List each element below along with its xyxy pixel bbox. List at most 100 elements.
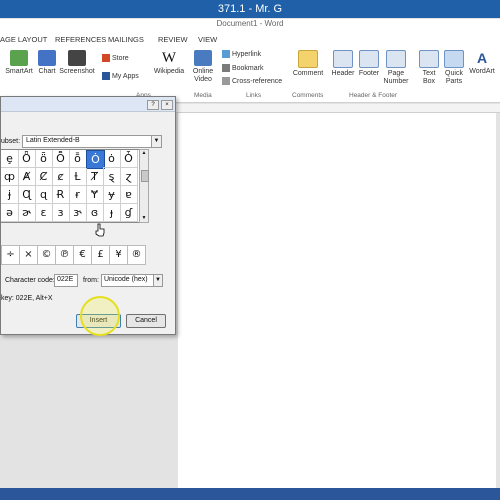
scroll-up-icon[interactable]: ▲	[140, 150, 148, 157]
footer-button[interactable]: Footer	[357, 50, 381, 78]
chart-button[interactable]: Chart	[36, 50, 58, 76]
dialog-title-bar: ? ×	[1, 97, 175, 112]
comment-icon	[298, 50, 318, 68]
symbol-grid: ȩ Ȫ ȫ Ȭ ȭ Ȯ ȯ Ȱ ȹ Ⱥ Ȼ ȼ Ƚ Ⱦ ȿ ɀ ɉ Ɋ ɋ Ɍ …	[1, 149, 140, 223]
symbol-cell[interactable]: ɍ	[69, 186, 87, 204]
from-select[interactable]: Unicode (hex) ▼	[101, 274, 163, 287]
symbol-cell[interactable]: ȯ	[103, 150, 121, 168]
subset-label: ubset:	[1, 138, 21, 145]
subset-value: Latin Extended-B	[26, 137, 80, 144]
document-title: Document1 - Word	[0, 19, 500, 32]
page-number-button[interactable]: Page Number	[382, 50, 410, 86]
symbol-cell[interactable]: ȭ	[69, 150, 87, 168]
recent-symbol[interactable]: ¥	[109, 245, 128, 265]
scroll-thumb[interactable]	[141, 170, 149, 182]
horizontal-ruler[interactable]	[175, 104, 500, 113]
symbol-cell[interactable]: Ɋ	[18, 186, 36, 204]
symbol-cell[interactable]: ɠ	[120, 204, 138, 222]
scroll-down-icon[interactable]: ▼	[140, 215, 148, 222]
group-label-header-footer: Header & Footer	[349, 92, 398, 99]
symbol-cell[interactable]: ɏ	[103, 186, 121, 204]
wikipedia-button[interactable]: W Wikipedia	[152, 50, 186, 76]
symbol-cell[interactable]: ɋ	[35, 186, 53, 204]
symbol-cell[interactable]: ɟ	[103, 204, 121, 222]
symbol-cell[interactable]: ȼ	[52, 168, 70, 186]
symbol-cell[interactable]: ȫ	[35, 150, 53, 168]
symbol-cell[interactable]: ɉ	[1, 186, 19, 204]
symbol-cell[interactable]: Ȼ	[35, 168, 53, 186]
symbol-cell[interactable]: ɝ	[69, 204, 87, 222]
recently-used-symbols: ÷ × © ℗ € £ ¥ ®	[1, 245, 146, 265]
ribbon: SmartArt Chart Screenshot Store My Apps …	[0, 46, 500, 103]
symbol-cell[interactable]: Ⱥ	[18, 168, 36, 186]
tab-review[interactable]: REVIEW	[158, 35, 188, 44]
subset-select[interactable]: Latin Extended-B ▼	[22, 135, 162, 148]
ribbon-tabs: AGE LAYOUT REFERENCES MAILINGS REVIEW VI…	[0, 32, 500, 46]
video-icon	[194, 50, 212, 66]
bookmark-icon	[222, 64, 230, 72]
header-button[interactable]: Header	[330, 50, 356, 78]
shortcut-key-text: key: 022E, Alt+X	[1, 295, 53, 302]
cancel-button[interactable]: Cancel	[126, 314, 166, 328]
symbol-cell[interactable]: ȩ	[1, 150, 19, 168]
tab-view[interactable]: VIEW	[198, 35, 217, 44]
recent-symbol[interactable]: ®	[127, 245, 146, 265]
symbol-cell[interactable]: ɀ	[120, 168, 138, 186]
recent-symbol[interactable]: ©	[37, 245, 56, 265]
symbol-cell[interactable]: ɞ	[86, 204, 104, 222]
comment-button[interactable]: Comment	[290, 50, 326, 78]
online-video-button[interactable]: Online Video	[190, 50, 216, 84]
symbol-cell[interactable]: Ȭ	[52, 150, 70, 168]
hyperlink-icon	[222, 50, 230, 58]
quick-parts-button[interactable]: Quick Parts	[442, 50, 466, 86]
symbol-cell[interactable]: ə	[1, 204, 19, 222]
my-apps-button[interactable]: My Apps	[102, 72, 150, 81]
wordart-button[interactable]: A WordArt	[466, 50, 498, 76]
apps-icon	[102, 72, 110, 80]
tab-page-layout[interactable]: AGE LAYOUT	[0, 35, 47, 44]
store-icon	[102, 54, 110, 62]
character-code-input[interactable]: 022E	[54, 274, 78, 287]
bookmark-button[interactable]: Bookmark	[222, 64, 286, 73]
recent-symbol[interactable]: ÷	[1, 245, 20, 265]
smartart-button[interactable]: SmartArt	[2, 50, 36, 76]
symbol-cell[interactable]: ɐ	[120, 186, 138, 204]
wordart-icon: A	[476, 50, 488, 66]
cross-reference-button[interactable]: Cross-reference	[222, 77, 288, 86]
tab-references[interactable]: REFERENCES	[55, 35, 106, 44]
help-button[interactable]: ?	[147, 100, 159, 110]
recent-symbol[interactable]: £	[91, 245, 110, 265]
screenshot-button[interactable]: Screenshot	[58, 50, 96, 76]
tab-mailings[interactable]: MAILINGS	[108, 35, 144, 44]
symbol-cell[interactable]: Ȱ	[120, 150, 138, 168]
symbol-cell[interactable]: Ɍ	[52, 186, 70, 204]
text-box-icon	[419, 50, 439, 68]
group-label-links: Links	[246, 92, 262, 99]
smartart-icon	[10, 50, 28, 66]
symbol-grid-scrollbar[interactable]: ▲ ▼	[139, 149, 149, 223]
symbol-cell[interactable]: Ƚ	[69, 168, 87, 186]
recent-symbol[interactable]: ℗	[55, 245, 74, 265]
cross-reference-icon	[222, 77, 230, 85]
symbol-cell[interactable]: Ɏ	[86, 186, 104, 204]
chevron-down-icon[interactable]: ▼	[151, 136, 161, 147]
symbol-cell[interactable]: ɛ	[35, 204, 53, 222]
chart-icon	[38, 50, 56, 66]
recent-symbol[interactable]: ×	[19, 245, 38, 265]
symbol-cell[interactable]: ȿ	[103, 168, 121, 186]
chevron-down-icon[interactable]: ▼	[153, 275, 162, 286]
symbol-cell[interactable]: ȹ	[1, 168, 19, 186]
symbol-cell[interactable]: ɚ	[18, 204, 36, 222]
symbol-cell[interactable]: ɜ	[52, 204, 70, 222]
close-button[interactable]: ×	[161, 100, 173, 110]
text-box-button[interactable]: Text Box	[418, 50, 440, 86]
cursor-highlight	[80, 296, 120, 336]
symbol-cell[interactable]: Ⱦ	[86, 168, 104, 186]
window-title: 371.1 - Mr. G	[217, 3, 283, 15]
document-page[interactable]	[178, 113, 496, 488]
symbol-cell[interactable]: Ȫ	[18, 150, 36, 168]
recent-symbol[interactable]: €	[73, 245, 92, 265]
hyperlink-button[interactable]: Hyperlink	[222, 50, 286, 59]
store-button[interactable]: Store	[102, 54, 142, 63]
quick-parts-icon	[444, 50, 464, 68]
